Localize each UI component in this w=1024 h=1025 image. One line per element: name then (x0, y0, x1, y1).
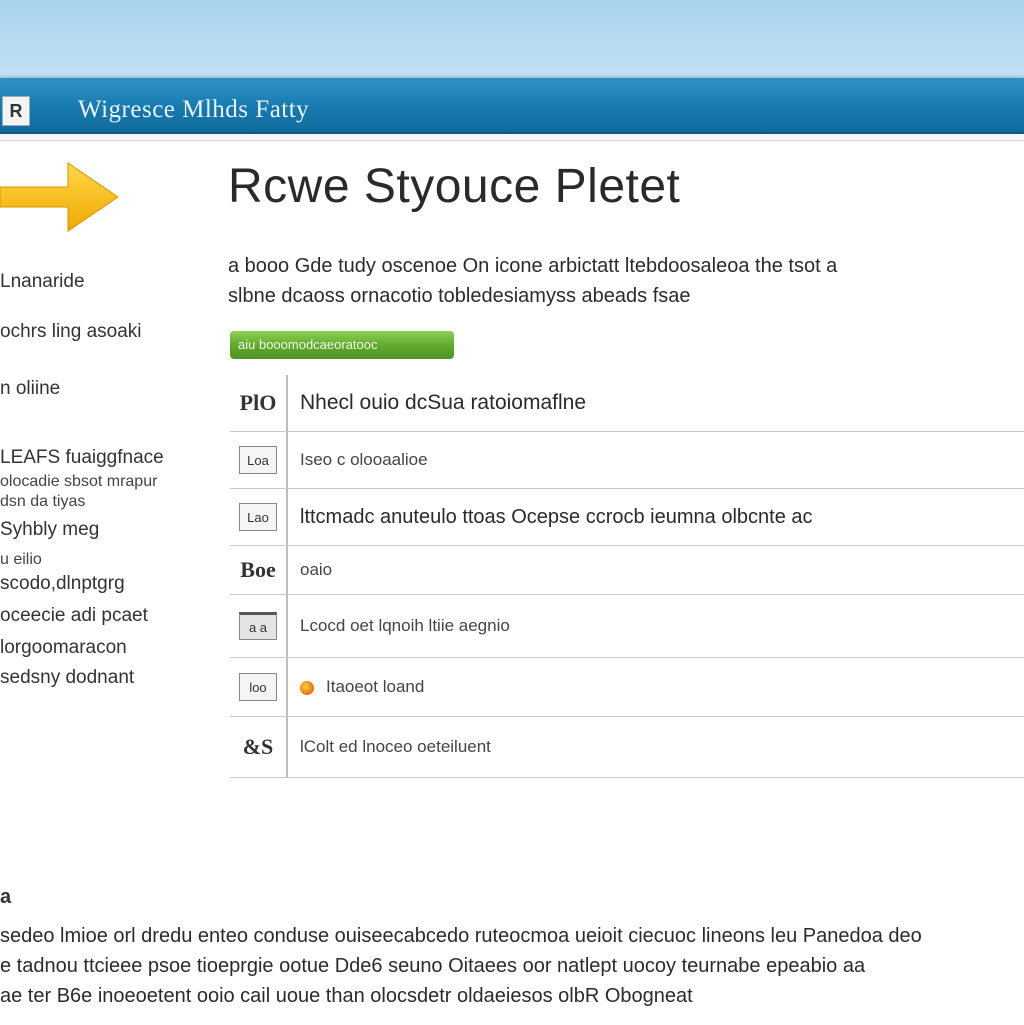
row-icon-cell: loo (230, 658, 288, 716)
section-heading: a (0, 886, 12, 908)
row-label: Lcocd oet lqnoih ltiie aegnio (300, 616, 510, 635)
row-icon-cell: PlO (230, 375, 288, 431)
row-icon-cell: Boe (230, 546, 288, 594)
row-label: Itaoeot loand (300, 658, 424, 716)
sidebar-item[interactable]: Lnanaride (0, 271, 85, 293)
row-label: Iseo c olooaalioe (300, 450, 428, 469)
app-icon[interactable]: R (2, 96, 30, 126)
row-label: oaio (300, 560, 333, 579)
settings-icon: &S (242, 734, 274, 759)
sidebar-item[interactable]: olocadie sbsot mrapur (0, 473, 157, 491)
progress-bar: aiu booomodcaeoratooc (230, 331, 454, 359)
item-list: PlO Nhecl ouio dcSua ratoiomaflne Loa Is… (230, 375, 1024, 778)
sidebar-item[interactable]: lorgoomaracon (0, 637, 127, 659)
document-icon: Loa (239, 446, 277, 474)
window-title: Wigresce Mlhds Fatty (78, 96, 310, 123)
sidebar-item[interactable]: dsn da tiyas (0, 493, 85, 511)
file-icon: PlO (239, 390, 277, 415)
page-title: Rcwe Styouce Pletet (228, 160, 681, 213)
sidebar-item[interactable]: n oliine (0, 378, 60, 400)
warning-status-icon (300, 680, 314, 695)
list-item[interactable]: a a Lcocd oet lqnoih ltiie aegnio (230, 595, 1024, 658)
text-icon: Boe (240, 557, 276, 582)
progress-label: aiu booomodcaeoratooc (238, 337, 378, 352)
row-label: lColt ed lnoceo oeteiluent (300, 737, 491, 756)
title-bar: R Wigresce Mlhds Fatty (0, 78, 1024, 134)
image-icon: Lao (239, 503, 277, 531)
row-label: Nhecl ouio dcSua ratoiomaflne (300, 391, 587, 414)
app-window: R Wigresce Mlhds Fatty Lnanaride ochrs l… (0, 78, 1024, 1025)
content-area: Lnanaride ochrs ling asoaki n oliine LEA… (0, 140, 1024, 1025)
sidebar-item[interactable]: oceecie adi pcaet (0, 605, 148, 627)
row-icon-cell: Loa (230, 432, 288, 488)
list-item[interactable]: Boe oaio (230, 546, 1024, 595)
page-intro: a booo Gde tudy oscenoe On icone arbicta… (228, 255, 838, 307)
arrow-right-icon (0, 162, 119, 232)
row-icon-cell: &S (230, 717, 288, 777)
sidebar-item[interactable]: Syhbly meg (0, 519, 99, 541)
sidebar-item[interactable]: scodo,dlnptgrg (0, 573, 125, 595)
list-item[interactable]: loo Itaoeot loand (230, 658, 1024, 717)
list-item[interactable]: Loa Iseo c olooaalioe (230, 432, 1024, 489)
sidebar-item[interactable]: ochrs ling asoaki (0, 321, 142, 343)
row-icon-cell: a a (230, 595, 288, 657)
row-icon-cell: Lao (230, 489, 288, 545)
list-item[interactable]: PlO Nhecl ouio dcSua ratoiomaflne (230, 375, 1024, 432)
sidebar-item[interactable]: LEAFS fuaiggfnace (0, 447, 164, 469)
sidebar-item[interactable]: sedsny dodnant (0, 667, 134, 689)
list-item[interactable]: Lao lttcmadc anuteulo ttoas Ocepse ccroc… (230, 489, 1024, 546)
grid-icon: loo (239, 673, 277, 701)
list-item[interactable]: &S lColt ed lnoceo oeteiluent (230, 717, 1024, 778)
footer-paragraph: sedeo lmioe orl dredu enteo conduse ouis… (0, 925, 922, 1007)
folder-icon: a a (239, 612, 277, 640)
row-label: lttcmadc anuteulo ttoas Ocepse ccrocb ie… (300, 506, 813, 528)
row-label-text: Itaoeot loand (326, 677, 425, 696)
sidebar-item[interactable]: u eilio (0, 551, 42, 569)
